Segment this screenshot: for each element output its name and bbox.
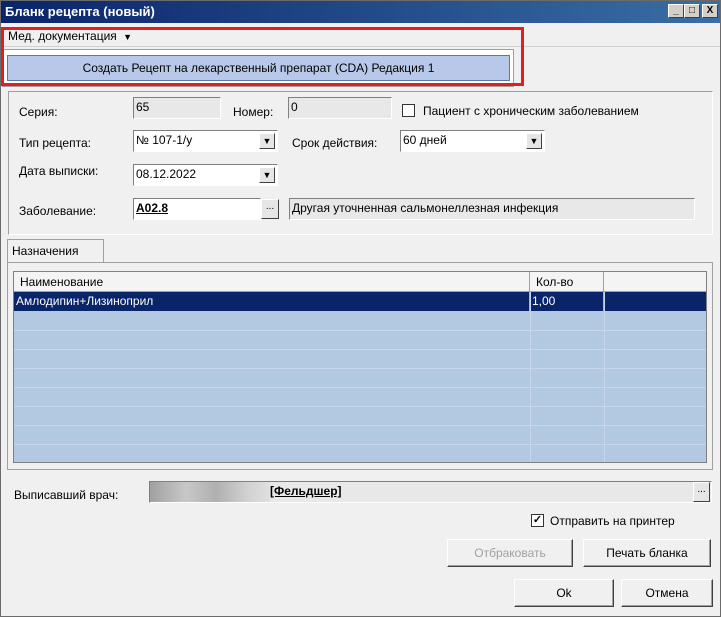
assignments-grid[interactable]: Наименование Кол-во Амлодипин+Лизиноприл… xyxy=(13,271,707,463)
close-button[interactable]: X xyxy=(702,4,718,18)
number-label: Номер: xyxy=(233,105,274,119)
doctor-field: [Фельдшер] ... xyxy=(149,481,712,503)
doctor-role: [Фельдшер] xyxy=(270,484,342,498)
type-select[interactable]: № 107-1/у ▼ xyxy=(133,130,278,152)
validity-select-value: 60 дней xyxy=(403,133,447,147)
chronic-checkbox[interactable] xyxy=(402,104,415,117)
assignments-panel: Наименование Кол-во Амлодипин+Лизиноприл… xyxy=(7,262,713,470)
doctor-name-redacted xyxy=(150,482,270,502)
validity-select[interactable]: 60 дней ▼ xyxy=(400,130,545,152)
date-label: Дата выписки: xyxy=(19,164,99,178)
series-label: Серия: xyxy=(19,105,58,119)
send-to-printer-label: Отправить на принтер xyxy=(550,514,675,528)
reject-button[interactable]: Отбраковать xyxy=(447,539,573,567)
menu-med-docs-label: Мед. документация xyxy=(8,29,117,43)
disease-code-field[interactable]: A02.8 xyxy=(133,198,261,220)
number-field: 0 xyxy=(288,97,392,119)
window-title: Бланк рецепта (новый) xyxy=(5,4,155,19)
send-to-printer-checkbox[interactable]: ✓ xyxy=(531,514,544,527)
menu-med-docs[interactable]: Мед. документация ▼ xyxy=(4,27,136,45)
grid-header: Наименование Кол-во xyxy=(14,272,706,292)
row-name-cell: Амлодипин+Лизиноприл xyxy=(14,292,530,311)
disease-label: Заболевание: xyxy=(19,204,97,218)
column-header-name[interactable]: Наименование xyxy=(14,272,530,292)
cancel-button[interactable]: Отмена xyxy=(621,579,713,607)
date-picker[interactable]: 08.12.2022 ▼ xyxy=(133,164,278,186)
doctor-lookup-button[interactable]: ... xyxy=(693,482,710,502)
disease-name-field: Другая уточненная сальмонеллезная инфекц… xyxy=(289,198,695,220)
type-label: Тип рецепта: xyxy=(19,136,91,150)
ok-button[interactable]: Ok xyxy=(514,579,614,607)
create-prescription-cda-item[interactable]: Создать Рецепт на лекарственный препарат… xyxy=(7,55,510,81)
prescription-details-panel: Серия: 65 Номер: 0 Пациент с хроническим… xyxy=(8,91,713,235)
validity-label: Срок действия: xyxy=(292,136,378,150)
chevron-down-icon[interactable]: ▼ xyxy=(259,167,275,183)
tab-assignments-label: Назначения xyxy=(12,244,79,258)
series-field: 65 xyxy=(133,97,221,119)
grid-line xyxy=(530,292,531,462)
column-header-qty[interactable]: Кол-во xyxy=(530,272,604,292)
med-docs-dropdown: Создать Рецепт на лекарственный препарат… xyxy=(2,49,514,87)
print-form-button[interactable]: Печать бланка xyxy=(583,539,711,567)
window-controls: _ □ X xyxy=(668,4,718,18)
prescription-window: Бланк рецепта (новый) _ □ X Мед. докумен… xyxy=(0,0,721,617)
chevron-down-icon[interactable]: ▼ xyxy=(526,133,542,149)
chevron-down-icon: ▼ xyxy=(123,32,133,42)
type-select-value: № 107-1/у xyxy=(136,133,193,147)
grid-line xyxy=(604,292,605,462)
title-bar: Бланк рецепта (новый) _ □ X xyxy=(1,1,720,23)
chevron-down-icon[interactable]: ▼ xyxy=(259,133,275,149)
tab-assignments[interactable]: Назначения xyxy=(7,239,104,263)
menu-bar: Мед. документация ▼ xyxy=(1,23,720,47)
maximize-button[interactable]: □ xyxy=(684,4,700,18)
doctor-label: Выписавший врач: xyxy=(14,488,119,502)
minimize-button[interactable]: _ xyxy=(668,4,684,18)
disease-lookup-button[interactable]: ... xyxy=(261,199,279,219)
row-qty-cell: 1,00 xyxy=(530,292,604,311)
chronic-label: Пациент с хроническим заболеванием xyxy=(423,104,639,118)
date-value: 08.12.2022 xyxy=(136,167,197,181)
